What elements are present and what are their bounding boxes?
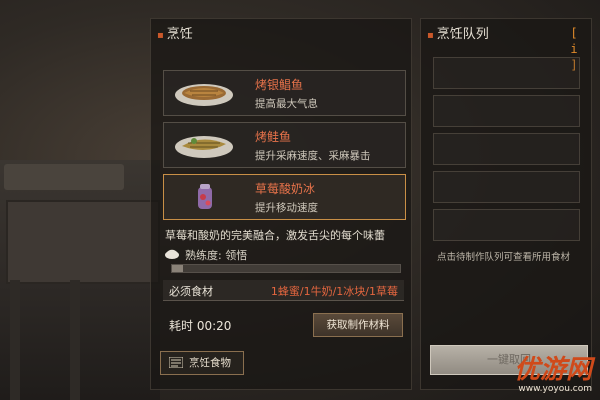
info-button[interactable]: [ i ]: [565, 25, 583, 72]
cook-food-label: 烹饪食物: [189, 357, 231, 369]
grill-leg: [70, 280, 80, 400]
recipe-description: 草莓和酸奶的完美融合，激发舌尖的每个味蕾: [165, 229, 385, 242]
proficiency-icon: [165, 249, 179, 259]
cooking-queue-panel: ▪ 烹饪队列 [ i ] 点击待制作队列可查看所用食材: [420, 18, 592, 390]
cook-food-icon: [169, 357, 183, 368]
recipe-desc: 提高最大气息: [255, 98, 318, 110]
strawberry-yogurt-icon: [198, 184, 212, 209]
recipe-desc: 提升采麻速度、采麻暴击: [255, 150, 371, 162]
queue-slot[interactable]: [433, 133, 580, 165]
recipe-name: 草莓酸奶冰: [255, 182, 316, 196]
title-bullet-icon: ▪: [157, 30, 164, 41]
recipe-name: 烤鲑鱼: [255, 130, 292, 144]
queue-slot[interactable]: [433, 171, 580, 203]
cook-food-button[interactable]: 烹饪食物: [160, 351, 244, 375]
watermark: 优游网 www.yoyou.com: [514, 356, 592, 394]
queue-slot[interactable]: [433, 57, 580, 89]
cooking-title-text: 烹饪: [166, 27, 193, 42]
recipe-desc: 提升移动速度: [255, 202, 318, 214]
watermark-url: www.yoyou.com: [518, 384, 592, 394]
proficiency-text: 熟练度: 领悟: [185, 249, 248, 262]
background-grill: [0, 160, 160, 400]
get-materials-button[interactable]: 获取制作材料: [313, 313, 403, 337]
grilled-salmon-icon: [175, 136, 233, 158]
cooking-panel: ▪ 烹饪 烤银鲳鱼 提高最大气息 烤鲑鱼 提升采麻速度、采麻暴击 草莓酸奶冰 提升…: [150, 18, 412, 390]
grill-body: [6, 200, 160, 284]
queue-title-text: 烹饪队列: [436, 27, 489, 42]
queue-hint: 点击待制作队列可查看所用食材: [437, 252, 571, 263]
recipe-item-strawberry-yogurt-ice[interactable]: 草莓酸奶冰 提升移动速度: [163, 174, 406, 220]
grill-leg: [10, 280, 20, 400]
queue-slot[interactable]: [433, 95, 580, 127]
ingredients-row: 必须食材 1蜂蜜/1牛奶/1冰块/1草莓: [163, 280, 404, 301]
title-bullet-icon: ▪: [427, 30, 434, 41]
watermark-logo: 优游网: [513, 355, 592, 385]
cooking-panel-title: ▪ 烹饪: [157, 23, 193, 42]
proficiency-progress-bar: [171, 264, 401, 273]
recipe-item-grilled-salmon[interactable]: 烤鲑鱼 提升采麻速度、采麻暴击: [163, 122, 406, 168]
ingredients-label: 必须食材: [169, 285, 213, 298]
proficiency-row: 熟练度: 领悟: [165, 247, 247, 263]
grill-hood: [4, 164, 124, 190]
ingredients-value: 1蜂蜜/1牛奶/1冰块/1草莓: [270, 285, 398, 298]
cook-time: 耗时 00:20: [169, 319, 232, 333]
proficiency-progress-fill: [172, 265, 184, 272]
recipe-item-grilled-pomfret[interactable]: 烤银鲳鱼 提高最大气息: [163, 70, 406, 116]
grilled-fish-icon: [175, 84, 233, 106]
recipe-name: 烤银鲳鱼: [255, 78, 304, 92]
queue-slot[interactable]: [433, 209, 580, 241]
queue-panel-title: ▪ 烹饪队列: [427, 23, 489, 42]
